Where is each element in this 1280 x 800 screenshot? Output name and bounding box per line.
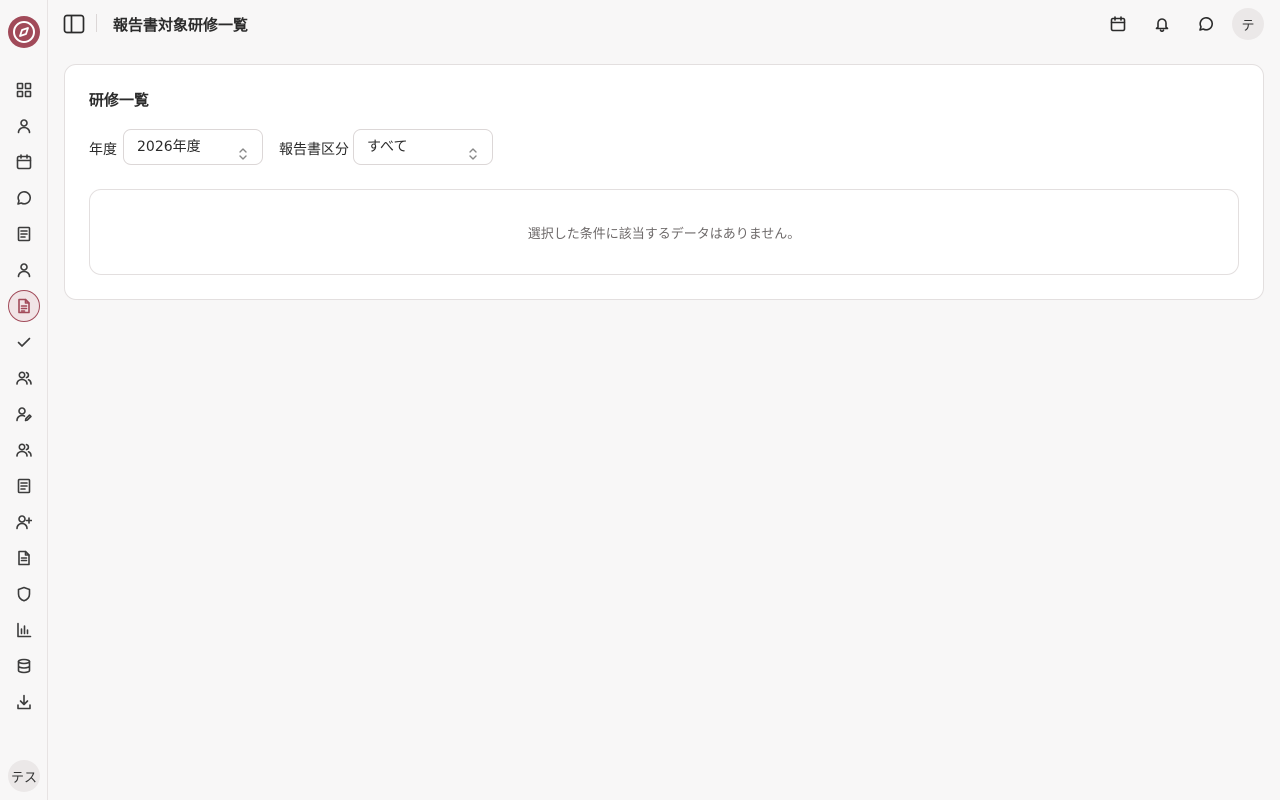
sidebar-item-add-user[interactable] [8, 506, 40, 538]
user-icon [17, 263, 31, 278]
training-list-card: 研修一覧 年度 2026年度 報告書区分 すべて 選択した条件に該当するデータは… [64, 64, 1264, 300]
header-avatar[interactable]: テ [1232, 8, 1264, 40]
top-header: 報告書対象研修一覧 テ [48, 0, 1280, 48]
report-type-filter-label: 報告書区分 [279, 142, 349, 158]
notebook-icon [17, 478, 31, 494]
header-divider [96, 14, 97, 32]
report-type-select-value: すべて [367, 139, 408, 155]
calendar-icon [1110, 16, 1126, 32]
sidebar-item-records[interactable] [8, 470, 40, 502]
sidebar-item-download[interactable] [8, 686, 40, 718]
calendar-icon [16, 154, 32, 170]
users-icon [16, 371, 32, 385]
chat-button[interactable] [1194, 12, 1218, 36]
sidebar-item-database[interactable] [8, 650, 40, 682]
sidebar-item-dashboard[interactable] [8, 74, 40, 106]
user-avatar[interactable]: テス [8, 760, 40, 792]
report-document-icon [18, 298, 30, 314]
sidebar-item-messages[interactable] [8, 182, 40, 214]
sidebar-item-profile[interactable] [8, 110, 40, 142]
database-icon [17, 658, 31, 674]
users-icon [16, 443, 32, 457]
sidebar-item-user-edit[interactable] [8, 398, 40, 430]
sidebar-toggle-button[interactable] [62, 12, 86, 36]
sidebar-item-person[interactable] [8, 254, 40, 286]
app-logo[interactable] [8, 16, 40, 48]
card-title: 研修一覧 [89, 91, 150, 109]
message-icon [1199, 17, 1213, 31]
sidebar-item-notebook[interactable] [8, 218, 40, 250]
sidebar-item-groups[interactable] [8, 362, 40, 394]
user-icon [17, 119, 31, 134]
calendar-button[interactable] [1106, 12, 1130, 36]
empty-state: 選択した条件に該当するデータはありません。 [89, 189, 1239, 275]
compass-logo-icon [13, 21, 35, 43]
sidebar-toggle-icon [63, 14, 85, 34]
shield-icon [17, 586, 31, 602]
year-select-value: 2026年度 [137, 139, 201, 155]
bell-icon [1155, 18, 1169, 32]
download-icon [17, 694, 31, 710]
year-filter-label: 年度 [89, 142, 117, 158]
sidebar-item-security[interactable] [8, 578, 40, 610]
message-icon [17, 191, 31, 205]
notifications-button[interactable] [1150, 12, 1174, 36]
sidebar-item-members[interactable] [8, 434, 40, 466]
notebook-icon [17, 226, 31, 242]
sidebar-item-reports[interactable] [8, 290, 40, 322]
sidebar-item-calendar[interactable] [8, 146, 40, 178]
sidebar-item-documents[interactable] [8, 542, 40, 574]
user-plus-icon [16, 515, 32, 530]
year-select[interactable]: 2026年度 [123, 129, 263, 165]
user-edit-icon [16, 407, 32, 422]
chevron-up-down-icon [468, 140, 478, 160]
bar-chart-icon [17, 622, 32, 638]
page-title: 報告書対象研修一覧 [113, 16, 249, 34]
chevron-up-down-icon [238, 140, 248, 160]
dashboard-icon [16, 82, 32, 98]
check-icon [17, 337, 31, 347]
document-icon [18, 550, 30, 566]
sidebar-item-analytics[interactable] [8, 614, 40, 646]
report-type-select[interactable]: すべて [353, 129, 493, 165]
empty-state-message: 選択した条件に該当するデータはありません。 [527, 226, 801, 242]
sidebar-item-approvals[interactable] [8, 326, 40, 358]
sidebar: テス [0, 0, 48, 800]
